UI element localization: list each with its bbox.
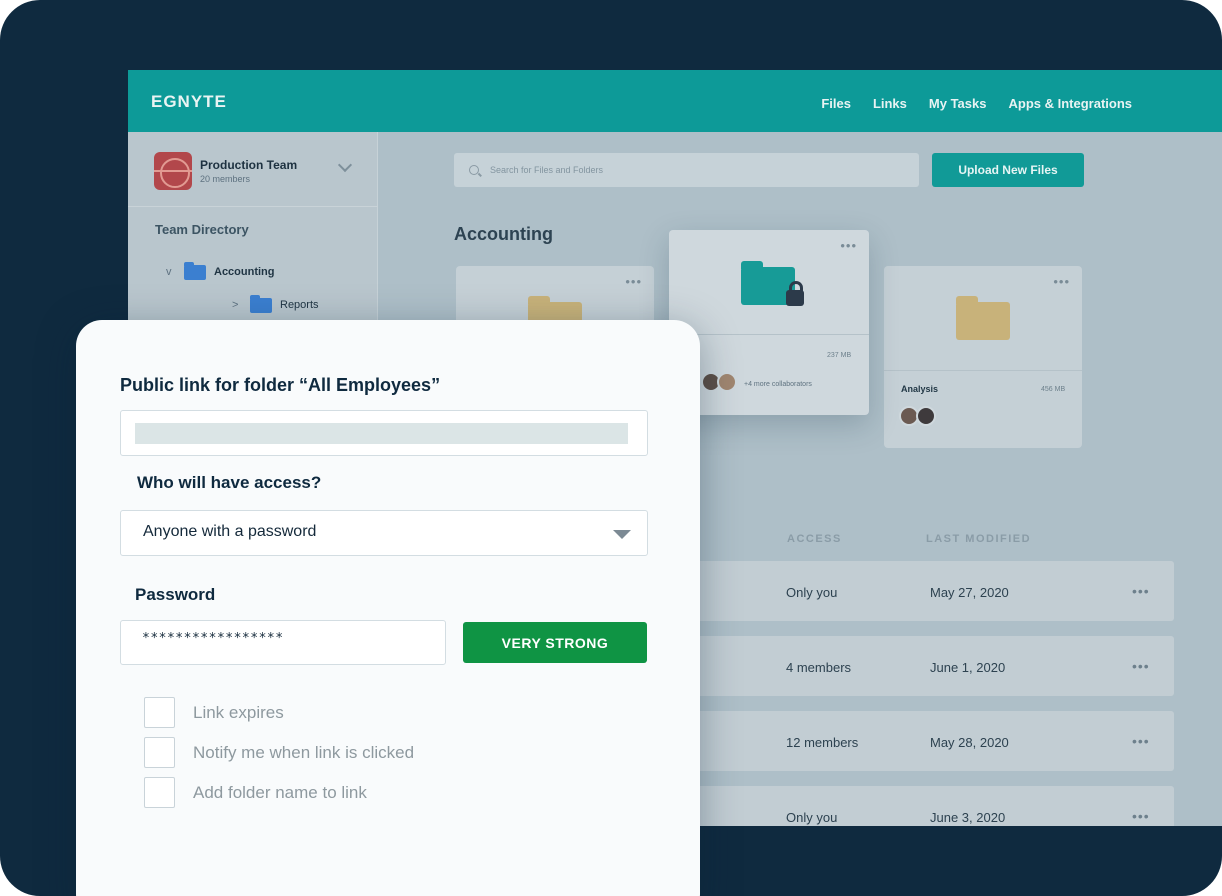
- row-access: 12 members: [786, 735, 859, 750]
- sidebar-divider: [128, 206, 378, 207]
- table-row[interactable]: 12 members May 28, 2020 •••: [688, 711, 1174, 771]
- folder-icon: [250, 294, 272, 313]
- main-nav: Files Links My Tasks Apps & Integrations: [821, 96, 1132, 111]
- add-folder-name-checkbox[interactable]: [144, 777, 175, 808]
- team-directory-title: Team Directory: [155, 222, 249, 237]
- row-last-modified: May 28, 2020: [930, 735, 1009, 750]
- option-label[interactable]: Add folder name to link: [193, 783, 367, 803]
- tree-item-label: Accounting: [214, 266, 275, 278]
- nav-apps-integrations[interactable]: Apps & Integrations: [1008, 96, 1132, 111]
- more-options-icon[interactable]: •••: [1053, 274, 1070, 289]
- password-label: Password: [135, 585, 216, 604]
- row-last-modified: June 3, 2020: [930, 810, 1006, 825]
- table-row[interactable]: Only you June 3, 2020 •••: [688, 786, 1174, 826]
- tree-item-label: Reports: [280, 299, 319, 311]
- caret-expanded-icon[interactable]: v: [166, 266, 176, 278]
- search-input[interactable]: Search for Files and Folders: [454, 153, 919, 187]
- egnyte-logo: EGNYTE: [151, 92, 227, 111]
- search-icon: [469, 165, 479, 175]
- option-label[interactable]: Link expires: [193, 703, 284, 723]
- access-select-value: Anyone with a password: [143, 523, 317, 540]
- card-divider: [669, 334, 869, 335]
- nav-files[interactable]: Files: [821, 96, 851, 111]
- folder-card-analysis[interactable]: ••• Analysis 456 MB: [884, 266, 1082, 448]
- nav-links[interactable]: Links: [873, 96, 907, 111]
- lock-icon: [786, 281, 804, 306]
- notify-checkbox[interactable]: [144, 737, 175, 768]
- column-header-last-modified: LAST MODIFIED: [926, 533, 1032, 545]
- tree-item-reports[interactable]: > Reports: [232, 294, 319, 314]
- folder-icon: [956, 296, 1010, 340]
- password-field[interactable]: *****************: [120, 620, 446, 665]
- more-options-icon[interactable]: •••: [625, 274, 642, 289]
- table-row[interactable]: 4 members June 1, 2020 •••: [688, 636, 1174, 696]
- folder-name: Analysis: [901, 384, 939, 394]
- password-strength-badge: VERY STRONG: [463, 622, 647, 663]
- chevron-down-icon[interactable]: [337, 157, 353, 173]
- team-name: Production Team: [200, 158, 298, 172]
- more-options-icon[interactable]: •••: [840, 238, 857, 253]
- password-value: *****************: [142, 631, 284, 646]
- row-access: Only you: [786, 585, 838, 600]
- top-navigation-bar: EGNYTE Files Links My Tasks Apps & Integ…: [128, 70, 1222, 132]
- collaborators-count: +4 more collaborators: [744, 381, 812, 388]
- nav-my-tasks[interactable]: My Tasks: [929, 96, 987, 111]
- folder-size: 237 MB: [827, 352, 852, 359]
- public-link-field[interactable]: [120, 410, 648, 456]
- link-value-placeholder: [135, 423, 628, 444]
- dialog-title: Public link for folder “All Employees”: [120, 375, 441, 395]
- row-access: Only you: [786, 810, 838, 825]
- access-label: Who will have access?: [137, 473, 322, 492]
- avatar: [916, 406, 936, 426]
- more-options-icon[interactable]: •••: [1132, 808, 1150, 824]
- tree-item-accounting[interactable]: v Accounting: [166, 261, 275, 281]
- background-frame: EGNYTE Files Links My Tasks Apps & Integ…: [0, 0, 1222, 896]
- caret-collapsed-icon[interactable]: >: [232, 299, 242, 311]
- row-last-modified: May 27, 2020: [930, 585, 1009, 600]
- column-header-access: ACCESS: [787, 533, 842, 545]
- caret-down-icon[interactable]: [613, 530, 631, 539]
- team-member-count: 20 members: [200, 174, 251, 184]
- upload-new-files-button[interactable]: Upload New Files: [932, 153, 1084, 187]
- team-avatar: [154, 152, 192, 190]
- table-row[interactable]: Only you May 27, 2020 •••: [688, 561, 1174, 621]
- search-placeholder: Search for Files and Folders: [490, 165, 604, 175]
- more-options-icon[interactable]: •••: [1132, 583, 1150, 599]
- more-options-icon[interactable]: •••: [1132, 658, 1150, 674]
- row-last-modified: June 1, 2020: [930, 660, 1006, 675]
- row-access: 4 members: [786, 660, 852, 675]
- team-switcher[interactable]: Production Team 20 members: [154, 152, 354, 192]
- folder-section-title: Accounting: [454, 224, 553, 244]
- more-options-icon[interactable]: •••: [1132, 733, 1150, 749]
- avatar: [717, 372, 737, 392]
- folder-size: 456 MB: [1041, 386, 1066, 393]
- option-label[interactable]: Notify me when link is clicked: [193, 743, 414, 763]
- share-link-dialog: Public link for folder “All Employees” W…: [76, 320, 700, 896]
- folder-icon: [184, 261, 206, 280]
- link-expires-checkbox[interactable]: [144, 697, 175, 728]
- card-divider: [884, 370, 1082, 371]
- access-select[interactable]: Anyone with a password: [120, 510, 648, 556]
